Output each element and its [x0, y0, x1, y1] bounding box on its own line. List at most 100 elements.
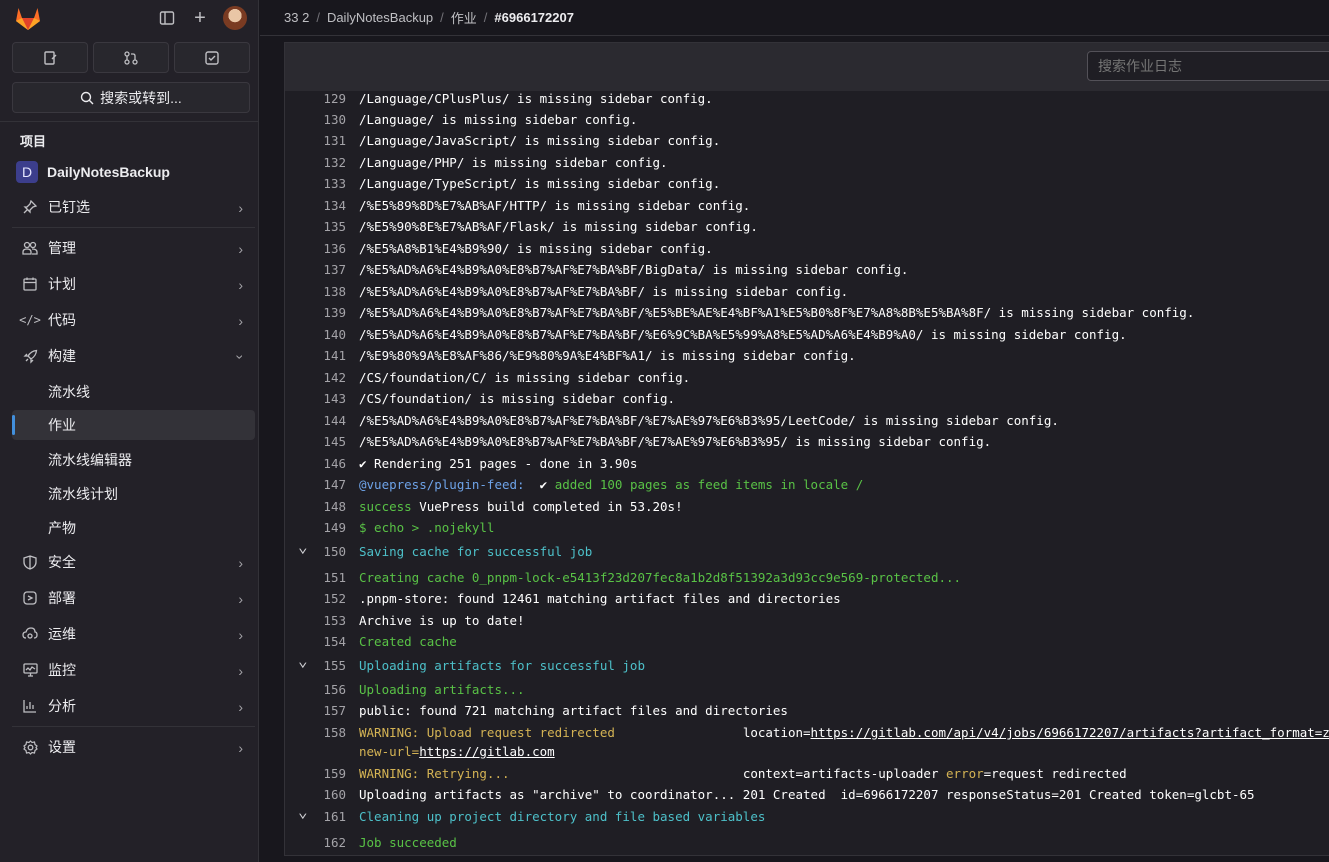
job-log-search-input[interactable]	[1087, 51, 1329, 81]
line-number[interactable]: 139	[285, 304, 346, 322]
sidebar-item-pipeline-editor[interactable]: 流水线编辑器	[12, 445, 255, 475]
log-text: /%E9%80%9A%E8%AF%86/%E9%80%9A%E4%BF%A1/ …	[359, 347, 856, 365]
log-segment: /%E9%80%9A%E8%AF%86/%E9%80%9A%E4%BF%A1/ …	[359, 348, 856, 363]
chevron-right-icon: ›	[238, 313, 243, 329]
breadcrumb-jobs[interactable]: 作业	[451, 8, 477, 27]
log-segment: VuePress build completed in 53.20s!	[411, 499, 683, 514]
log-segment: location=	[742, 725, 811, 740]
line-number[interactable]: 132	[285, 154, 346, 172]
line-number[interactable]: 147	[285, 476, 346, 494]
nav-manage[interactable]: 管理 ›	[12, 233, 255, 263]
log-segment: /%E5%AD%A6%E4%B9%A0%E8%B7%AF%E7%BA%BF/%E…	[359, 327, 1127, 342]
line-number[interactable]: 143	[285, 390, 346, 408]
log-link[interactable]: https://gitlab.com/api/v4/jobs/696617220…	[811, 725, 1329, 740]
line-number[interactable]: 156	[285, 681, 346, 699]
nav-secure[interactable]: 安全 ›	[12, 547, 255, 577]
project-link[interactable]: D DailyNotesBackup	[16, 161, 170, 183]
line-number[interactable]: 141	[285, 347, 346, 365]
line-number[interactable]: 140	[285, 326, 346, 344]
line-number[interactable]: 155	[285, 657, 346, 675]
log-text: Saving cache for successful job	[359, 543, 592, 561]
avatar[interactable]	[223, 6, 247, 30]
line-number[interactable]: 152	[285, 590, 346, 608]
breadcrumb-separator: /	[440, 10, 444, 25]
nav-label: 安全	[48, 554, 76, 570]
line-number[interactable]: 134	[285, 197, 346, 215]
line-number[interactable]: 131	[285, 132, 346, 150]
line-number[interactable]: 160	[285, 786, 346, 804]
line-number[interactable]: 159	[285, 765, 346, 783]
log-segment: Created cache	[359, 634, 457, 649]
line-number[interactable]: 136	[285, 240, 346, 258]
search-button[interactable]: 搜索或转到...	[12, 82, 250, 113]
gitlab-logo-icon[interactable]	[14, 5, 42, 31]
line-number[interactable]: 162	[285, 834, 346, 852]
chevron-down-icon: ›	[232, 354, 249, 360]
log-segment: context=artifacts-uploader	[742, 766, 947, 781]
nav-analyze[interactable]: 分析 ›	[12, 691, 255, 721]
line-number[interactable]: 146	[285, 455, 346, 473]
sidebar-item-artifacts[interactable]: 产物	[12, 513, 255, 543]
deployments-icon	[18, 591, 42, 605]
log-text: /%E5%AD%A6%E4%B9%A0%E8%B7%AF%E7%BA%BF/%E…	[359, 304, 1194, 322]
nav-pinned[interactable]: 已钉选 ›	[12, 192, 255, 222]
chevron-right-icon: ›	[238, 591, 243, 607]
issues-button[interactable]	[12, 42, 88, 73]
line-number[interactable]: 148	[285, 498, 346, 516]
breadcrumb-project[interactable]: DailyNotesBackup	[327, 10, 433, 25]
line-number[interactable]: 138	[285, 283, 346, 301]
nav-settings[interactable]: 设置 ›	[12, 732, 255, 762]
divider	[12, 726, 255, 727]
chevron-right-icon: ›	[238, 555, 243, 571]
breadcrumb-job-id[interactable]: #6966172207	[494, 10, 574, 25]
chevron-right-icon: ›	[238, 699, 243, 715]
log-text: /%E5%AD%A6%E4%B9%A0%E8%B7%AF%E7%BA%BF/ i…	[359, 283, 848, 301]
log-segment: /Language/CPlusPlus/ is missing sidebar …	[359, 91, 713, 106]
line-number[interactable]: 130	[285, 111, 346, 129]
breadcrumb-group[interactable]: 33 2	[284, 10, 309, 25]
log-segment: added 100 pages as feed items in locale …	[554, 477, 864, 492]
line-number[interactable]: 129	[285, 90, 346, 108]
line-number[interactable]: 142	[285, 369, 346, 387]
sidebar-toggle-icon[interactable]	[157, 8, 177, 28]
line-number[interactable]: 145	[285, 433, 346, 451]
breadcrumb-separator: /	[483, 10, 488, 25]
nav-build[interactable]: 构建 ›	[12, 341, 255, 371]
nav-operate[interactable]: 运维 ›	[12, 619, 255, 649]
sidebar-item-pipeline-schedules[interactable]: 流水线计划	[12, 479, 255, 509]
gear-icon	[18, 739, 42, 755]
nav-monitor[interactable]: 监控 ›	[12, 655, 255, 685]
nav-code[interactable]: </> 代码 ›	[12, 305, 255, 335]
project-avatar: D	[16, 161, 38, 183]
sidebar-item-jobs[interactable]: 作业	[12, 410, 255, 440]
todo-button[interactable]	[174, 42, 250, 73]
chevron-right-icon: ›	[238, 241, 243, 257]
nav-deploy[interactable]: 部署 ›	[12, 583, 255, 613]
log-link[interactable]: https://gitlab.com	[419, 744, 554, 759]
log-segment: /%E5%AD%A6%E4%B9%A0%E8%B7%AF%E7%BA%BF/%E…	[359, 413, 1059, 428]
line-number[interactable]: 154	[285, 633, 346, 651]
search-label: 搜索或转到...	[100, 89, 182, 106]
line-number[interactable]: 151	[285, 569, 346, 587]
log-text: /%E5%AD%A6%E4%B9%A0%E8%B7%AF%E7%BA%BF/%E…	[359, 326, 1127, 344]
log-segment: WARNING: Retrying...	[359, 766, 743, 781]
log-text: $ echo > .nojekyll	[359, 519, 494, 537]
line-number[interactable]: 149	[285, 519, 346, 537]
sidebar-item-pipelines[interactable]: 流水线	[12, 377, 255, 407]
line-number[interactable]: 158	[285, 724, 346, 742]
line-number[interactable]: 157	[285, 702, 346, 720]
line-number[interactable]: 135	[285, 218, 346, 236]
plus-icon[interactable]: +	[190, 7, 210, 29]
log-segment: ✔	[524, 477, 555, 492]
nav-plan[interactable]: 计划 ›	[12, 269, 255, 299]
line-number[interactable]: 161	[285, 808, 346, 826]
merge-requests-button[interactable]	[93, 42, 169, 73]
calendar-icon	[18, 277, 42, 291]
log-segment: /%E5%AD%A6%E4%B9%A0%E8%B7%AF%E7%BA%BF/%E…	[359, 434, 992, 449]
line-number[interactable]: 133	[285, 175, 346, 193]
log-segment: =request redirected	[983, 766, 1127, 781]
line-number[interactable]: 153	[285, 612, 346, 630]
line-number[interactable]: 150	[285, 543, 346, 561]
line-number[interactable]: 144	[285, 412, 346, 430]
line-number[interactable]: 137	[285, 261, 346, 279]
